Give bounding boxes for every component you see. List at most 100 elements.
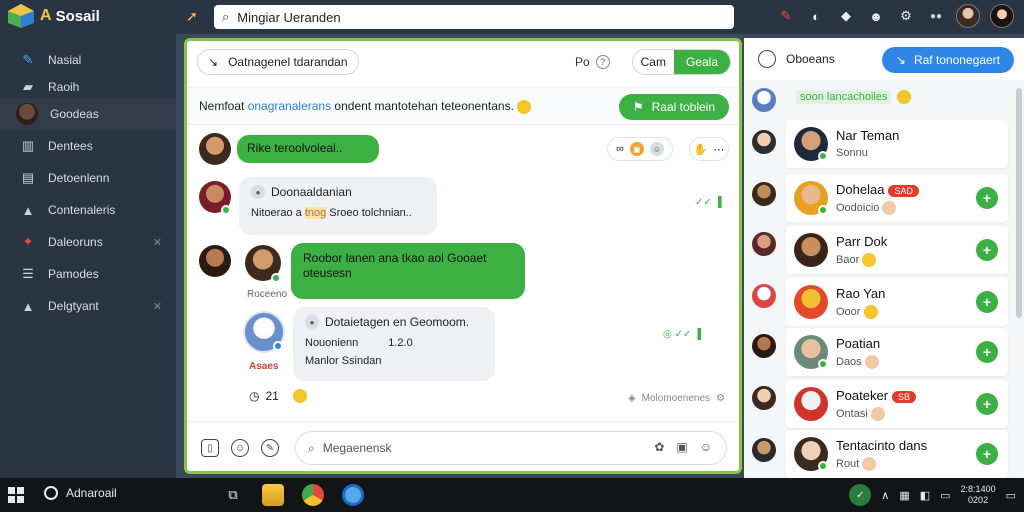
close-icon[interactable]: ✕: [153, 300, 162, 313]
gif-icon[interactable]: ✿: [654, 440, 664, 454]
sidebar-item-delgtyant[interactable]: ▲ Delgtyant ✕: [0, 290, 176, 322]
add-contact-button[interactable]: +: [976, 291, 998, 313]
thread-footer[interactable]: ◈ Molomoenenes ⚙: [628, 393, 725, 404]
info-icon[interactable]: ?: [595, 55, 610, 69]
emoji-icon[interactable]: ☺: [231, 439, 249, 457]
emoji-icon[interactable]: ☻: [866, 6, 886, 26]
delivered-status-icon: ✓✓ ▐: [695, 197, 722, 208]
back-arrow-icon[interactable]: ➚: [186, 8, 198, 25]
contact-subtitle: Ooor: [836, 305, 878, 319]
windows-start-icon[interactable]: [8, 487, 24, 503]
message-list[interactable]: Rike teroolvoleal.. ∞ ▣ ☺ ✋ ⋯ ● Doonaalda…: [187, 127, 739, 417]
brand[interactable]: A Sosail: [6, 2, 100, 30]
mode-option-geala[interactable]: Geala: [673, 50, 730, 74]
message-number: 1.2.0: [388, 337, 413, 349]
conversation-pill[interactable]: ↘ Oatnagenel tdarandan: [197, 49, 359, 75]
battery-icon[interactable]: ▭: [940, 489, 950, 502]
contact-name: Poatian: [836, 336, 881, 351]
sidebar-item-daleoruns[interactable]: ✦ Daleoruns ✕: [0, 226, 176, 258]
compass-icon[interactable]: [758, 50, 776, 68]
edge-icon[interactable]: [342, 484, 364, 506]
sender-avatar[interactable]: [199, 245, 231, 277]
banner-action-button[interactable]: ⚑ Raal toblein: [618, 94, 729, 120]
settings-icon[interactable]: ⚙: [896, 6, 916, 26]
add-contact-button[interactable]: +: [976, 393, 998, 415]
emoji-icon: [870, 407, 885, 421]
file-explorer-icon[interactable]: [262, 484, 284, 506]
contact-thumb[interactable]: [752, 182, 776, 206]
chevron-right-icon[interactable]: ✕: [153, 236, 162, 249]
reaction-row[interactable]: ◷ 21: [249, 389, 307, 403]
contact-card[interactable]: Poateker SB Ontasi +: [786, 380, 1008, 428]
compose-icon[interactable]: ✎: [261, 439, 279, 457]
notification-center-icon[interactable]: ▭: [1006, 489, 1016, 502]
hand-icon: ✋: [693, 143, 708, 156]
sidebar-item-detoenlenn[interactable]: ▤ Detoenlenn: [0, 162, 176, 194]
user-avatar[interactable]: [956, 4, 980, 28]
add-contact-button[interactable]: +: [976, 187, 998, 209]
app-title: Sosail: [55, 7, 100, 25]
attach-icon[interactable]: ▯: [201, 439, 219, 457]
message-bubble[interactable]: Rike teroolvoleal..: [237, 135, 379, 163]
user-avatar-2[interactable]: [990, 4, 1014, 28]
message-input[interactable]: ⌕ Megaenensk ✿ ▣ ☺: [295, 431, 727, 465]
contact-card[interactable]: Rao Yan Ooor +: [786, 278, 1008, 326]
contact-thumb[interactable]: [752, 284, 776, 308]
add-contact-button[interactable]: ↘ Raf tononegaert: [881, 47, 1014, 73]
sidebar-item-nasial[interactable]: ✎ Nasial: [0, 44, 176, 76]
app-tray-icon[interactable]: ✓: [849, 484, 872, 506]
sidebar-item-goodeas[interactable]: Goodeas: [0, 98, 176, 130]
sidebar-item-label: Delgtyant: [48, 299, 99, 313]
chevron-up-icon[interactable]: ∧: [881, 489, 889, 502]
clock-time: 2:8:1400: [960, 484, 996, 494]
tag-icon[interactable]: ◆: [836, 6, 856, 26]
add-contact-button[interactable]: +: [976, 341, 998, 363]
network-icon[interactable]: ▦: [899, 489, 909, 502]
sticker-icon[interactable]: ☺: [700, 440, 712, 454]
contact-card[interactable]: Poatian Daos +: [786, 328, 1008, 376]
sidebar-item-raoih[interactable]: ▰ Raoih: [0, 76, 176, 98]
add-contact-button[interactable]: +: [976, 443, 998, 465]
contacts-scrollbar[interactable]: [1016, 88, 1022, 318]
contact-name: Dohelaa SAD: [836, 182, 919, 197]
contact-card[interactable]: Tentacinto dans Rout +: [786, 430, 1008, 478]
clock[interactable]: 2:8:1400 0202: [961, 484, 996, 506]
sender-avatar[interactable]: [199, 133, 231, 165]
sidebar-item-pamodes[interactable]: ☰ Pamodes: [0, 258, 176, 290]
task-view-icon[interactable]: ⧉: [222, 484, 244, 506]
contact-thumb[interactable]: [752, 130, 776, 154]
contact-thumb[interactable]: [752, 232, 776, 256]
mode-option-cam[interactable]: Cam: [633, 50, 674, 74]
status-dots-icon[interactable]: ●●: [926, 6, 946, 26]
contact-avatar: [794, 387, 828, 421]
more-reactions[interactable]: ✋ ⋯: [689, 137, 729, 161]
chrome-icon[interactable]: [302, 484, 324, 506]
chat-panel: ↘ Oatnagenel tdarandan Po ? Cam Geala Ne…: [184, 38, 742, 474]
app-logo-icon: [8, 4, 34, 28]
contact-thumb[interactable]: [752, 386, 776, 410]
sidebar-item-contenaleris[interactable]: ▲ Contenaleris: [0, 194, 176, 226]
add-contact-button[interactable]: +: [976, 239, 998, 261]
contacts-title: Oboeans: [786, 52, 835, 66]
contact-card[interactable]: Nar Teman Sonnu: [786, 120, 1008, 168]
banner-highlight[interactable]: onagranalerans: [248, 99, 331, 113]
message-bubble[interactable]: Roobor lanen ana tkao aol Gooaet oteuses…: [291, 243, 525, 299]
message-bubble[interactable]: ● Dotaietagen en Geomoom. Nouonienn 1.2.…: [293, 307, 495, 381]
search-icon: ⌕: [222, 9, 230, 24]
contact-thumb[interactable]: [752, 438, 776, 462]
message-bubble[interactable]: ● Doonaaldanian Nitoerao a tnog Sroeo to…: [239, 177, 437, 235]
sidebar-item-dentees[interactable]: ▥ Dentees: [0, 130, 176, 162]
mode-toggle[interactable]: Cam Geala: [631, 49, 731, 75]
contact-thumb[interactable]: [752, 88, 776, 112]
contact-thumb[interactable]: [752, 334, 776, 358]
reaction-pill[interactable]: ∞ ▣ ☺: [607, 137, 673, 161]
taskbar-search[interactable]: Adnaroail: [44, 486, 117, 500]
pin-icon[interactable]: ✎: [776, 6, 796, 26]
sidebar-item-label: Nasial: [48, 53, 82, 67]
image-icon[interactable]: ▣: [676, 440, 687, 454]
volume-icon[interactable]: ◧: [920, 489, 930, 502]
global-search-input[interactable]: ⌕ Mingiar Ueranden: [214, 5, 734, 29]
contact-card[interactable]: Parr Dok Baor +: [786, 226, 1008, 274]
notification-icon[interactable]: ◐: [806, 6, 826, 26]
contact-card[interactable]: Dohelaa SAD Oodoicio +: [786, 174, 1008, 222]
